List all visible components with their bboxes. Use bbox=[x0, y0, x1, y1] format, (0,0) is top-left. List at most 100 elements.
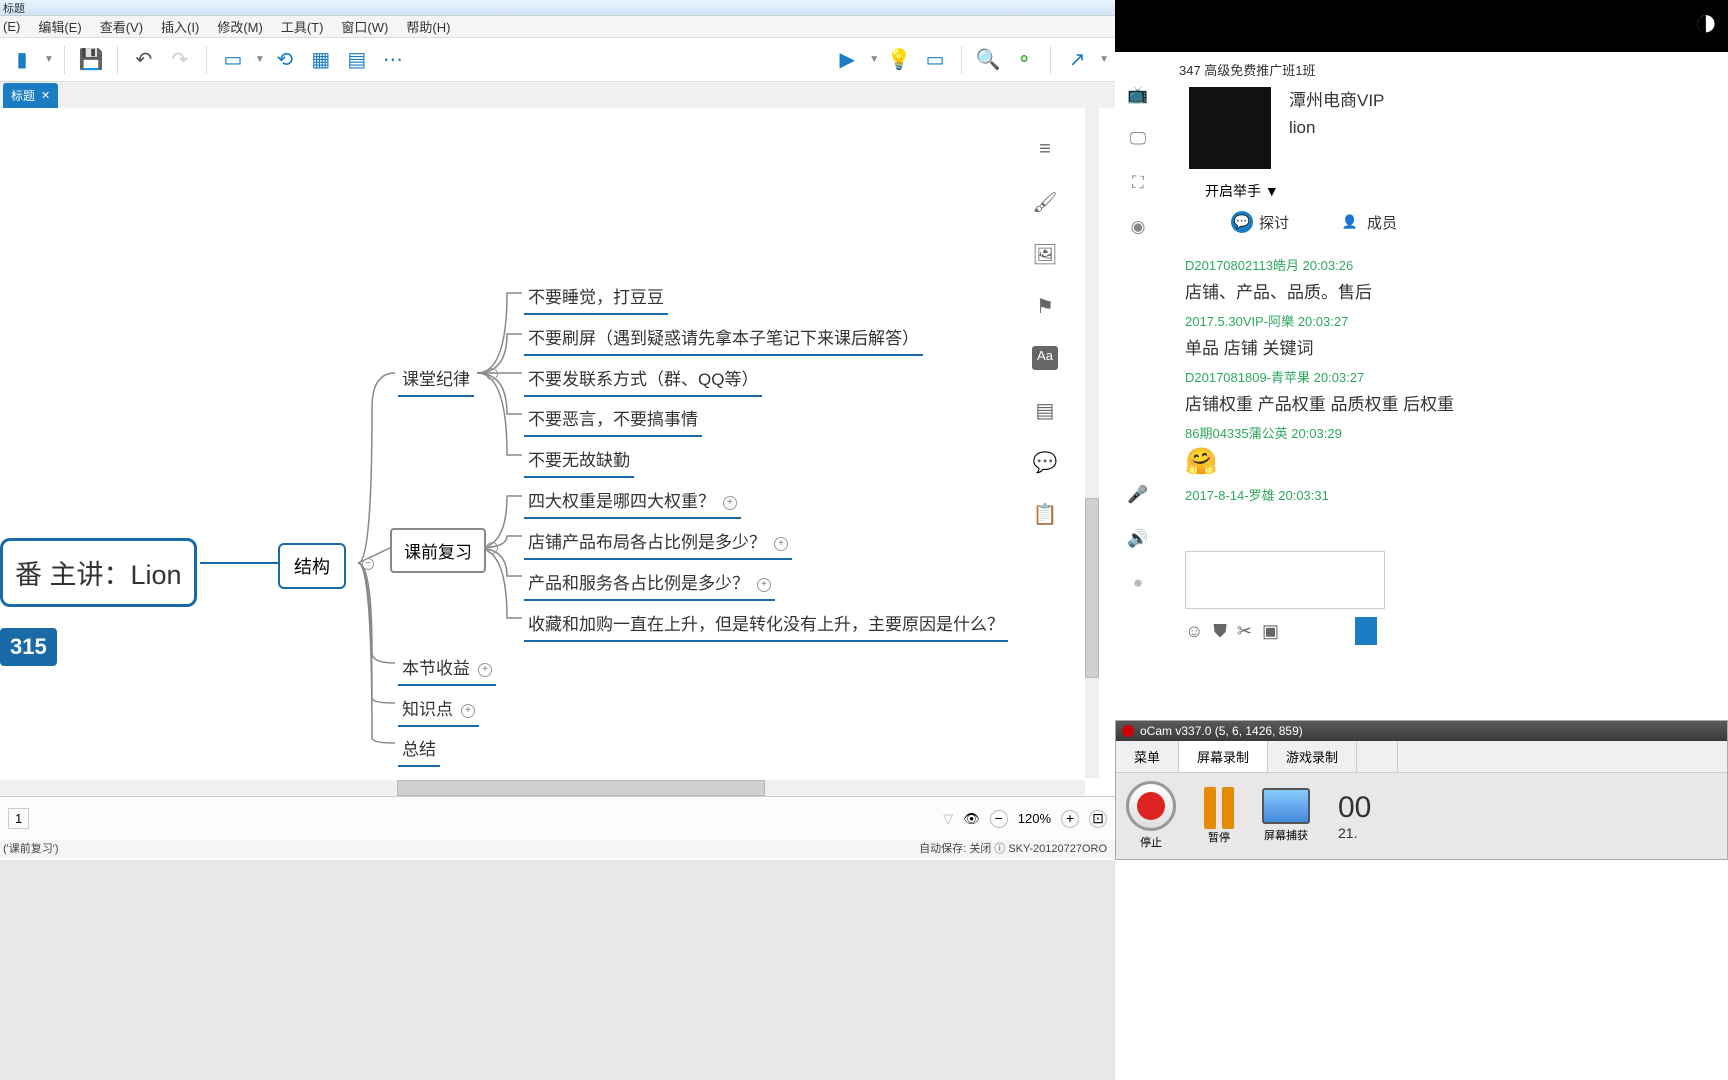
ocam-tab-screen-record[interactable]: 屏幕录制 bbox=[1179, 741, 1268, 772]
speaker-icon[interactable]: 🔊 bbox=[1127, 529, 1149, 549]
new-icon[interactable]: ▮ bbox=[6, 44, 38, 76]
menu-modify[interactable]: 修改(M) bbox=[217, 17, 263, 36]
quote-icon[interactable]: ▣ bbox=[1262, 621, 1279, 642]
redo-icon[interactable]: ↷ bbox=[164, 44, 196, 76]
document-tabs: 标题 ✕ bbox=[0, 82, 1115, 108]
comments-icon[interactable]: 💬 bbox=[1032, 450, 1058, 474]
document-tab[interactable]: 标题 ✕ bbox=[3, 83, 58, 108]
menu-help[interactable]: 帮助(H) bbox=[406, 17, 450, 36]
node-summary[interactable]: 总结 bbox=[398, 730, 440, 767]
format-icon[interactable]: 🖌 bbox=[1032, 190, 1058, 214]
ocam-titlebar[interactable]: oCam v337.0 (5, 6, 1426, 859) bbox=[1116, 721, 1727, 741]
menu-tools[interactable]: 工具(T) bbox=[281, 17, 324, 36]
menu-edit[interactable]: 编辑(E) bbox=[38, 17, 81, 36]
save-icon[interactable]: 💾 bbox=[75, 44, 107, 76]
msg-user: 2017-8-14-罗雄 20:03:31 bbox=[1185, 485, 1728, 504]
root-node[interactable]: 番 主讲：Lion bbox=[0, 538, 197, 607]
node-knowledge[interactable]: 知识点+ bbox=[398, 690, 479, 727]
expand-icon[interactable]: + bbox=[774, 537, 788, 551]
search-icon[interactable]: 🔍 bbox=[972, 44, 1004, 76]
fullscreen-icon[interactable]: ⛶ bbox=[1127, 173, 1149, 193]
profile-name-1: 潭州电商VIP bbox=[1289, 87, 1384, 114]
more-icon[interactable]: ⋯ bbox=[377, 44, 409, 76]
vertical-scrollbar[interactable] bbox=[1085, 108, 1099, 778]
scissors-icon[interactable]: ✂ bbox=[1237, 621, 1252, 642]
record-icon[interactable]: ◉ bbox=[1127, 217, 1149, 237]
zoom-out-button[interactable]: − bbox=[990, 810, 1008, 828]
clock-icon[interactable]: ● bbox=[1127, 573, 1149, 593]
font-icon[interactable]: Aa bbox=[1032, 346, 1058, 370]
leaf-node[interactable]: 不要无故缺勤 bbox=[524, 441, 634, 478]
leaf-node[interactable]: 四大权重是哪四大权重？+ bbox=[524, 482, 741, 519]
marker-icon[interactable]: ⚑ bbox=[1032, 294, 1058, 318]
struct-node[interactable]: 结构 bbox=[278, 543, 346, 589]
share-icon[interactable]: ⚬ bbox=[1008, 44, 1040, 76]
zoom-level: 120% bbox=[1018, 811, 1051, 826]
topic-icon[interactable]: ▭ bbox=[217, 44, 249, 76]
ocam-pause-button[interactable]: 暂停 bbox=[1204, 787, 1234, 845]
leaf-node[interactable]: 不要恶言，不要搞事情 bbox=[524, 400, 702, 437]
node-pre-class-review[interactable]: 课前复习 bbox=[390, 528, 486, 573]
horizontal-scrollbar[interactable] bbox=[0, 780, 1085, 796]
expand-icon[interactable]: + bbox=[723, 496, 737, 510]
gantt-icon[interactable]: ▭ bbox=[919, 44, 951, 76]
ocam-stop-button[interactable]: 停止 bbox=[1126, 781, 1176, 850]
tab-discuss[interactable]: 💬探讨 bbox=[1231, 211, 1289, 233]
chat-panel: ◑ 347 高级免费推广班1班 潭州电商VIP lion 开启举手 ▼ 💬探讨 … bbox=[1115, 0, 1728, 1080]
leaf-node[interactable]: 产品和服务各占比例是多少？+ bbox=[524, 564, 775, 601]
leaf-node[interactable]: 不要刷屏（遇到疑惑请先拿本子笔记下来课后解答） bbox=[524, 319, 923, 356]
menu-insert[interactable]: 插入(I) bbox=[161, 17, 199, 36]
ocam-tab-game-record[interactable]: 游戏录制 bbox=[1268, 741, 1357, 772]
notes-icon[interactable]: ▤ bbox=[1032, 398, 1058, 422]
menu-view[interactable]: 查看(V) bbox=[100, 17, 143, 36]
tv-icon[interactable]: 📺 bbox=[1127, 85, 1149, 105]
teacher-profile: 潭州电商VIP lion bbox=[1115, 79, 1728, 169]
mic-icon[interactable]: 🎤 bbox=[1127, 485, 1149, 505]
undo-icon[interactable]: ↶ bbox=[128, 44, 160, 76]
ocam-tab-more[interactable] bbox=[1357, 741, 1398, 772]
raise-hand-toggle[interactable]: 开启举手 ▼ bbox=[1115, 169, 1728, 207]
task-icon[interactable]: 📋 bbox=[1032, 502, 1058, 526]
relationship-icon[interactable]: ⟲ bbox=[269, 44, 301, 76]
chat-input[interactable] bbox=[1185, 551, 1385, 609]
ocam-capture-button[interactable]: 屏幕捕获 bbox=[1262, 788, 1310, 843]
page-number[interactable]: 1 bbox=[8, 808, 29, 829]
send-button[interactable] bbox=[1355, 617, 1377, 645]
leaf-node[interactable]: 不要发联系方式（群、QQ等） bbox=[524, 360, 762, 397]
outline-icon[interactable]: ≡ bbox=[1032, 138, 1058, 162]
present-icon[interactable]: ▶ bbox=[831, 44, 863, 76]
boundary-icon[interactable]: ▦ bbox=[305, 44, 337, 76]
emoji-icon[interactable]: ☺ bbox=[1185, 621, 1203, 642]
zoom-in-button[interactable]: + bbox=[1061, 810, 1079, 828]
chat-top-bar: ◑ bbox=[1115, 0, 1728, 52]
collapse-icon[interactable]: − bbox=[486, 542, 498, 554]
image-icon[interactable]: 🖼 bbox=[1032, 242, 1058, 266]
monitor-icon[interactable]: 🖵 bbox=[1127, 129, 1149, 149]
message-list[interactable]: D20170802113皓月 20:03:26 店铺、产品、品质。售后 2017… bbox=[1115, 243, 1728, 543]
zoom-fit-button[interactable]: ⊡ bbox=[1089, 810, 1107, 828]
ocam-tab-menu[interactable]: 菜单 bbox=[1116, 741, 1179, 772]
collapse-icon[interactable]: − bbox=[362, 558, 374, 570]
shield-icon[interactable]: ⛊ bbox=[1213, 621, 1227, 642]
collapse-icon[interactable]: − bbox=[486, 368, 498, 380]
tab-close-icon[interactable]: ✕ bbox=[41, 89, 50, 102]
expand-icon[interactable]: + bbox=[478, 663, 492, 677]
leaf-node[interactable]: 店铺产品布局各占比例是多少？+ bbox=[524, 523, 792, 560]
menu-window[interactable]: 窗口(W) bbox=[341, 17, 388, 36]
export-icon[interactable]: ↗ bbox=[1061, 44, 1093, 76]
expand-icon[interactable]: + bbox=[757, 578, 771, 592]
expand-icon[interactable]: + bbox=[461, 704, 475, 718]
idea-icon[interactable]: 💡 bbox=[883, 44, 915, 76]
leaf-node[interactable]: 收藏和加购一直在上升，但是转化没有上升，主要原因是什么？ bbox=[524, 605, 1008, 642]
window-title: 标题 bbox=[3, 3, 25, 15]
eye-icon[interactable]: 👁 bbox=[963, 811, 980, 827]
menu-file[interactable]: (E) bbox=[3, 19, 20, 34]
node-gains[interactable]: 本节收益+ bbox=[398, 649, 496, 686]
mindmap-canvas[interactable]: 番 主讲：Lion 315 结构 − 课堂纪律 − 不要睡觉，打豆豆 不要刷屏（… bbox=[0, 108, 1085, 778]
right-toolbar: ≡ 🖌 🖼 ⚑ Aa ▤ 💬 📋 bbox=[1021, 108, 1069, 526]
tab-members[interactable]: 👤成员 bbox=[1339, 211, 1397, 233]
filter-icon[interactable]: ▽ bbox=[943, 811, 953, 827]
node-class-discipline[interactable]: 课堂纪律 bbox=[398, 360, 474, 397]
summary-icon[interactable]: ▤ bbox=[341, 44, 373, 76]
leaf-node[interactable]: 不要睡觉，打豆豆 bbox=[524, 278, 668, 315]
